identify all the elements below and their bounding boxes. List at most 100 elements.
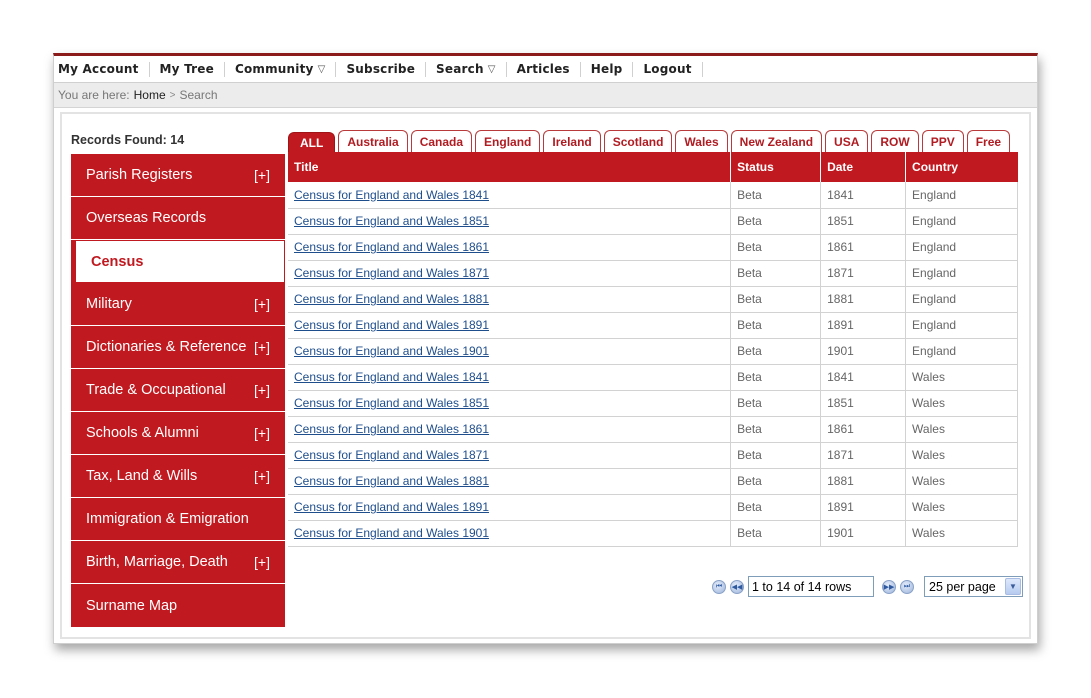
country-cell: Wales: [905, 468, 1018, 495]
status-cell: Beta: [730, 234, 822, 261]
record-title-link[interactable]: Census for England and Wales 1841: [294, 370, 489, 384]
chevron-down-icon[interactable]: ▼: [1005, 578, 1021, 595]
record-title-link[interactable]: Census for England and Wales 1841: [294, 188, 489, 202]
title-cell: Census for England and Wales 1881: [288, 286, 732, 313]
title-cell: Census for England and Wales 1901: [288, 520, 732, 547]
nav-item-help[interactable]: Help: [591, 62, 633, 76]
nav-item-search[interactable]: Search ▽: [436, 62, 506, 76]
expand-icon[interactable]: [+]: [254, 167, 270, 183]
results-body: Census for England and Wales 1841 Beta 184…: [288, 182, 1018, 547]
sidebar-item-label: Trade & Occupational: [86, 382, 226, 398]
country-cell: England: [905, 312, 1018, 339]
title-cell: Census for England and Wales 1851: [288, 208, 732, 235]
status-cell: Beta: [730, 468, 822, 495]
country-cell: Wales: [905, 520, 1018, 547]
sidebar-item-birth-marriage-death[interactable]: Birth, Marriage, Death [+]: [71, 541, 285, 584]
tab-all[interactable]: ALL: [288, 132, 336, 152]
sidebar-item-tax-land-wills[interactable]: Tax, Land & Wills [+]: [71, 455, 285, 498]
table-row: Census for England and Wales 1891 Beta 189…: [288, 494, 1018, 521]
first-page-icon[interactable]: ⏮: [712, 579, 726, 594]
nav-divider: [505, 61, 507, 77]
tab-australia[interactable]: Australia: [338, 130, 408, 152]
expand-icon[interactable]: [+]: [254, 468, 270, 484]
breadcrumb-home-link[interactable]: Home: [134, 88, 166, 102]
next-page-icon[interactable]: ▶▶: [882, 579, 896, 594]
sidebar-item-immigration-emigration[interactable]: Immigration & Emigration: [71, 498, 285, 541]
column-header-country[interactable]: Country: [905, 152, 1018, 182]
country-cell: England: [905, 260, 1018, 287]
nav-item-my-tree[interactable]: My Tree: [160, 62, 224, 76]
status-cell: Beta: [730, 416, 822, 443]
title-cell: Census for England and Wales 1891: [288, 494, 732, 521]
sidebar-item-dictionaries-reference[interactable]: Dictionaries & Reference [+]: [71, 326, 285, 369]
nav-item-community[interactable]: Community ▽: [235, 62, 336, 76]
last-page-icon[interactable]: ⏭: [900, 579, 914, 594]
expand-icon[interactable]: [+]: [254, 296, 270, 312]
date-cell: 1841: [820, 182, 907, 209]
record-title-link[interactable]: Census for England and Wales 1861: [294, 422, 489, 436]
date-cell: 1851: [820, 390, 907, 417]
expand-icon[interactable]: [+]: [254, 554, 270, 570]
nav-item-subscribe[interactable]: Subscribe: [346, 62, 425, 76]
table-row: Census for England and Wales 1851 Beta 185…: [288, 390, 1018, 417]
category-sidebar: Parish Registers [+] Overseas Records Censu…: [71, 154, 285, 627]
date-cell: 1891: [820, 312, 907, 339]
sidebar-item-trade-occupational[interactable]: Trade & Occupational [+]: [71, 369, 285, 412]
tab-ireland[interactable]: Ireland: [543, 130, 601, 152]
record-title-link[interactable]: Census for England and Wales 1861: [294, 240, 489, 254]
chevron-down-icon[interactable]: ▽: [318, 64, 326, 75]
title-cell: Census for England and Wales 1881: [288, 468, 732, 495]
status-cell: Beta: [730, 442, 822, 469]
chevron-down-icon[interactable]: ▽: [488, 64, 496, 75]
expand-icon[interactable]: [+]: [254, 339, 270, 355]
tab-england[interactable]: England: [475, 130, 541, 152]
table-row: Census for England and Wales 1901 Beta 190…: [288, 338, 1018, 365]
record-title-link[interactable]: Census for England and Wales 1871: [294, 448, 489, 462]
nav-item-articles[interactable]: Articles: [517, 62, 580, 76]
sidebar-item-schools-alumni[interactable]: Schools & Alumni [+]: [71, 412, 285, 455]
tab-ppv[interactable]: PPV: [921, 130, 964, 152]
record-title-link[interactable]: Census for England and Wales 1851: [294, 396, 489, 410]
record-title-link[interactable]: Census for England and Wales 1891: [294, 500, 489, 514]
table-row: Census for England and Wales 1861 Beta 186…: [288, 416, 1018, 443]
tab-wales[interactable]: Wales: [675, 130, 728, 152]
per-page-select[interactable]: 25 per page ▼: [924, 576, 1023, 597]
title-cell: Census for England and Wales 1841: [288, 364, 732, 391]
record-title-link[interactable]: Census for England and Wales 1901: [294, 526, 489, 540]
sidebar-item-overseas-records[interactable]: Overseas Records: [71, 197, 285, 240]
tab-usa[interactable]: USA: [825, 130, 869, 152]
tab-new-zealand[interactable]: New Zealand: [730, 130, 823, 152]
nav-item-my-account[interactable]: My Account: [58, 62, 149, 76]
record-title-link[interactable]: Census for England and Wales 1881: [294, 292, 489, 306]
sidebar-item-label: Dictionaries & Reference: [86, 339, 247, 355]
record-title-link[interactable]: Census for England and Wales 1891: [294, 318, 489, 332]
tab-row[interactable]: ROW: [871, 130, 919, 152]
tab-scotland[interactable]: Scotland: [603, 130, 673, 152]
tab-canada[interactable]: Canada: [410, 130, 473, 152]
sidebar-item-label: Surname Map: [86, 597, 178, 614]
sidebar-item-surname-map[interactable]: Surname Map: [71, 584, 285, 627]
title-cell: Census for England and Wales 1901: [288, 338, 732, 365]
prev-page-icon[interactable]: ◀◀: [730, 579, 744, 594]
column-header-date[interactable]: Date: [820, 152, 907, 182]
record-title-link[interactable]: Census for England and Wales 1851: [294, 214, 489, 228]
nav-item-label: Search: [436, 62, 484, 76]
expand-icon[interactable]: [+]: [254, 425, 270, 441]
sidebar-item-census[interactable]: Census: [71, 240, 285, 283]
column-header-title[interactable]: Title: [288, 152, 732, 182]
title-cell: Census for England and Wales 1861: [288, 234, 732, 261]
status-cell: Beta: [730, 364, 822, 391]
sidebar-item-parish-registers[interactable]: Parish Registers [+]: [71, 154, 285, 197]
record-title-link[interactable]: Census for England and Wales 1901: [294, 344, 489, 358]
tab-free[interactable]: Free: [966, 130, 1011, 152]
record-title-link[interactable]: Census for England and Wales 1881: [294, 474, 489, 488]
nav-item-label: Community: [234, 62, 314, 76]
record-title-link[interactable]: Census for England and Wales 1871: [294, 266, 489, 280]
status-cell: Beta: [730, 390, 822, 417]
page-range-input[interactable]: [748, 576, 874, 597]
nav-item-logout[interactable]: Logout: [643, 62, 701, 76]
sidebar-item-military[interactable]: Military [+]: [71, 283, 285, 326]
expand-icon[interactable]: [+]: [254, 382, 270, 398]
column-header-status[interactable]: Status: [730, 152, 822, 182]
country-cell: England: [905, 234, 1018, 261]
